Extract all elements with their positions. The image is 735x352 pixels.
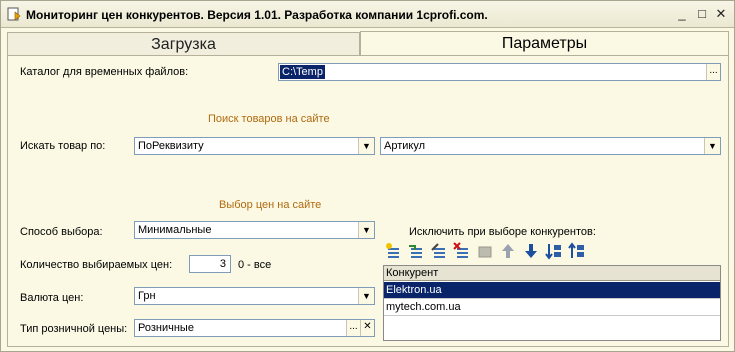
tab-bar: Загрузка Параметры (7, 31, 729, 55)
move-up-icon[interactable] (499, 242, 517, 260)
minimize-button[interactable]: _ (674, 6, 690, 22)
competitors-table[interactable]: Конкурент Elektron.ua mytech.com.ua (383, 265, 721, 341)
method-select[interactable]: Минимальные ▼ (134, 221, 375, 239)
window-title: Мониторинг цен конкурентов. Версия 1.01.… (26, 8, 488, 22)
table-row[interactable]: mytech.com.ua (384, 299, 720, 316)
search-attribute-value: Артикул (384, 140, 426, 152)
price-type-select-button[interactable]: ... (346, 320, 360, 336)
sort-asc-icon[interactable] (545, 242, 563, 260)
parameters-panel: Каталог для временных файлов: C:\Temp ..… (7, 55, 729, 347)
temp-dir-label: Каталог для временных файлов: (20, 66, 189, 78)
chevron-down-icon[interactable]: ▼ (358, 288, 374, 304)
main-window: Мониторинг цен конкурентов. Версия 1.01.… (0, 0, 735, 352)
add-row-icon[interactable] (384, 242, 402, 260)
search-by-select[interactable]: ПоРеквизиту ▼ (134, 137, 375, 155)
tab-parameters[interactable]: Параметры (360, 31, 729, 55)
chevron-down-icon[interactable]: ▼ (358, 222, 374, 238)
close-button[interactable]: ✕ (713, 6, 729, 22)
delete-row-icon[interactable] (453, 242, 471, 260)
title-bar: Мониторинг цен конкурентов. Версия 1.01.… (1, 1, 734, 28)
tab-load[interactable]: Загрузка (7, 32, 360, 55)
move-down-icon[interactable] (522, 242, 540, 260)
copy-row-icon[interactable] (407, 242, 425, 260)
column-header-competitor[interactable]: Конкурент (384, 266, 720, 281)
count-hint: 0 - все (238, 259, 272, 271)
maximize-button[interactable]: □ (694, 6, 710, 22)
exclude-label: Исключить при выборе конкурентов: (409, 226, 596, 238)
count-value: 3 (219, 258, 226, 270)
app-icon (7, 7, 21, 21)
count-label: Количество выбираемых цен: (20, 259, 173, 271)
sort-desc-icon[interactable] (568, 242, 586, 260)
search-by-value: ПоРеквизиту (138, 140, 204, 152)
method-label: Способ выбора: (20, 226, 103, 238)
edit-row-icon[interactable] (430, 242, 448, 260)
temp-dir-browse-button[interactable]: ... (706, 64, 720, 80)
search-section-title: Поиск товаров на сайте (208, 113, 330, 125)
price-type-field[interactable]: Розничные ... ✕ (134, 319, 375, 337)
currency-select[interactable]: Грн ▼ (134, 287, 375, 305)
search-attribute-select[interactable]: Артикул ▼ (380, 137, 721, 155)
temp-dir-value: C:\Temp (280, 65, 325, 79)
currency-value: Грн (138, 290, 156, 302)
chevron-down-icon[interactable]: ▼ (704, 138, 720, 154)
temp-dir-field[interactable]: C:\Temp ... (278, 63, 721, 81)
chevron-down-icon[interactable]: ▼ (358, 138, 374, 154)
table-row[interactable]: Elektron.ua (384, 282, 720, 299)
price-type-value: Розничные (138, 322, 194, 334)
count-input[interactable]: 3 (189, 255, 231, 273)
method-value: Минимальные (138, 224, 212, 236)
price-section-title: Выбор цен на сайте (219, 199, 322, 211)
clear-icon[interactable]: ✕ (360, 320, 374, 336)
currency-label: Валюта цен: (20, 292, 84, 304)
price-type-label: Тип розничной цены: (20, 323, 128, 335)
search-by-label: Искать товар по: (20, 140, 106, 152)
end-edit-icon[interactable] (476, 242, 494, 260)
